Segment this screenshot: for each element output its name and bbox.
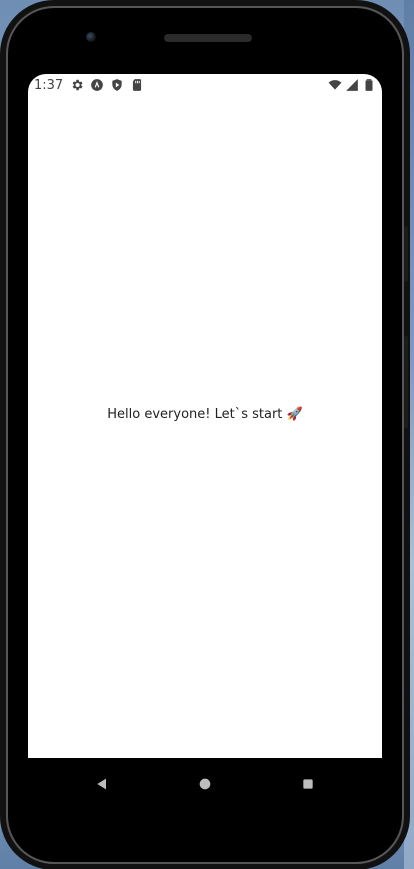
play-protect-icon: [110, 78, 124, 92]
home-icon: [197, 776, 213, 796]
nav-back-button[interactable]: [88, 772, 116, 800]
earpiece-speaker: [164, 34, 252, 42]
front-camera: [86, 32, 96, 42]
back-icon: [94, 776, 110, 796]
wifi-icon: [328, 78, 342, 92]
status-right-icons: [328, 78, 376, 92]
phone-frame: 1:37 Hello everyone! Let`s start 🚀: [6, 6, 408, 864]
battery-icon: [362, 78, 376, 92]
recents-icon: [300, 776, 316, 796]
volume-button[interactable]: [404, 336, 408, 428]
sd-card-icon: [130, 78, 144, 92]
desktop-background-strip: [404, 0, 414, 869]
power-button[interactable]: [404, 226, 408, 282]
android-icon: [90, 78, 104, 92]
status-time: 1:37: [34, 78, 64, 93]
settings-icon: [70, 78, 84, 92]
screen: 1:37 Hello everyone! Let`s start 🚀: [28, 74, 382, 758]
navigation-bar: [28, 758, 382, 812]
welcome-message: Hello everyone! Let`s start 🚀: [107, 407, 303, 422]
nav-home-button[interactable]: [191, 772, 219, 800]
nav-recents-button[interactable]: [294, 772, 322, 800]
signal-icon: [345, 78, 359, 92]
status-bar: 1:37: [28, 74, 382, 98]
